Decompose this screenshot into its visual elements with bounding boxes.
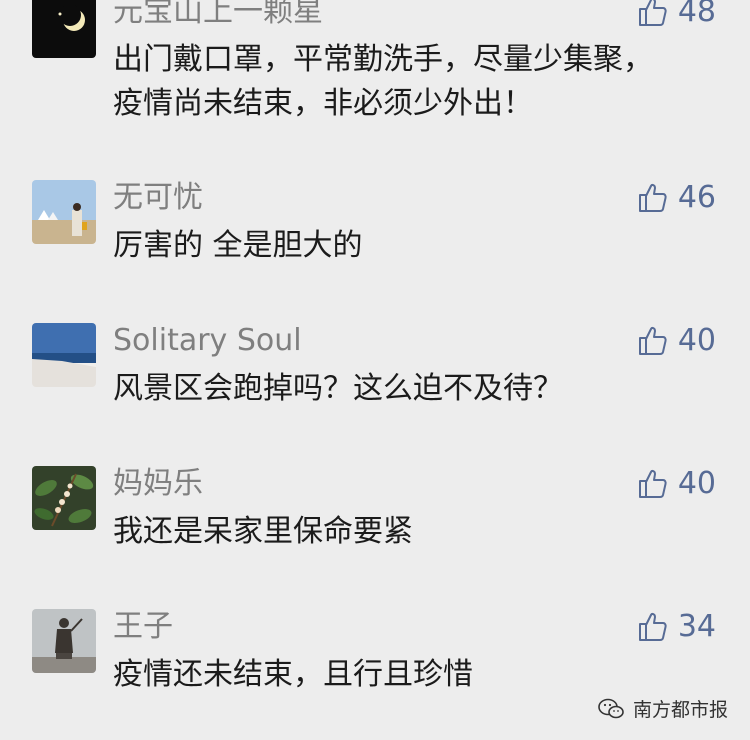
like-button[interactable]: 40: [636, 323, 716, 359]
commenter-name[interactable]: 元宝山上一颗星: [113, 0, 323, 30]
like-button[interactable]: 46: [636, 180, 716, 216]
like-count: 34: [677, 609, 716, 644]
comment-item: Solitary Soul 40 风景区会跑掉吗？这么迫不及待？: [0, 323, 750, 413]
thumbs-up-icon: [638, 183, 667, 212]
comment-text: 我还是呆家里保命要紧: [113, 514, 413, 549]
wechat-icon: [598, 698, 624, 718]
like-count: 40: [677, 466, 716, 501]
commenter-name[interactable]: Solitary Soul: [113, 323, 302, 359]
watermark-text: 南方都市报: [632, 699, 728, 721]
flower-branch-avatar: [32, 466, 96, 530]
comment-text: 出门戴口罩，平常勤洗手，尽量少集聚，疫情尚未结束，非必须少外出！: [113, 42, 653, 121]
avatar[interactable]: [32, 466, 96, 530]
avatar[interactable]: [32, 180, 96, 244]
comment-item: 元宝山上一颗星 48 出门戴口罩，平常勤洗手，尽量少集聚，疫情尚未结束，非必须少…: [0, 0, 750, 121]
beach-person-avatar: [32, 180, 96, 244]
avatar[interactable]: [32, 323, 96, 387]
comment-item: 无可忧 46 厉害的 全是胆大的: [0, 180, 750, 270]
avatar[interactable]: [32, 609, 96, 673]
sea-cliff-avatar: [32, 323, 96, 387]
thumbs-up-icon: [638, 612, 667, 641]
avatar[interactable]: [32, 0, 96, 58]
like-count: 48: [677, 0, 716, 29]
commenter-name[interactable]: 妈妈乐: [113, 466, 203, 502]
warrior-statue-avatar: [32, 609, 96, 673]
like-button[interactable]: 48: [636, 0, 716, 30]
commenter-name[interactable]: 无可忧: [113, 180, 203, 216]
source-watermark: 南方都市报: [597, 695, 728, 722]
thumbs-up-icon: [638, 469, 667, 498]
night-moon-avatar: [32, 0, 96, 58]
comment-text: 疫情还未结束，且行且珍惜: [113, 657, 473, 692]
comment-item: 王子 34 疫情还未结束，且行且珍惜: [0, 609, 750, 699]
comment-text: 风景区会跑掉吗？这么迫不及待？: [113, 371, 563, 406]
like-count: 40: [677, 323, 716, 358]
comment-item: 妈妈乐 40 我还是呆家里保命要紧: [0, 466, 750, 556]
like-button[interactable]: 40: [636, 466, 716, 502]
thumbs-up-icon: [638, 0, 667, 26]
like-button[interactable]: 34: [636, 609, 716, 645]
commenter-name[interactable]: 王子: [113, 609, 173, 645]
comment-text: 厉害的 全是胆大的: [113, 228, 363, 263]
thumbs-up-icon: [638, 326, 667, 355]
like-count: 46: [677, 180, 716, 215]
